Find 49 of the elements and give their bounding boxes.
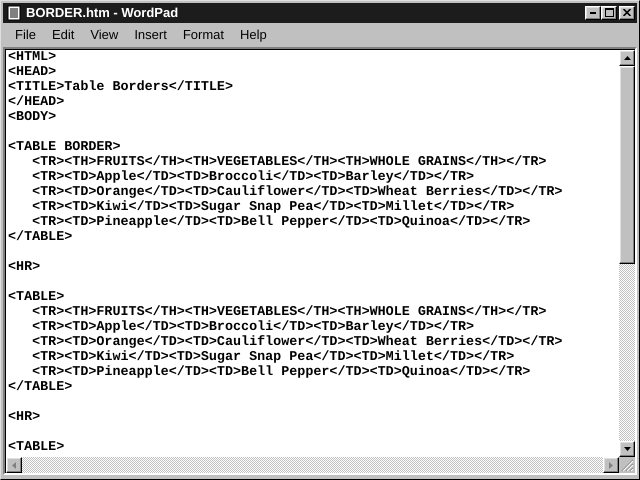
menu-item[interactable]: Help: [232, 27, 275, 42]
arrow-icon: [12, 462, 16, 468]
document-icon[interactable]: [6, 4, 22, 21]
arrow-icon: [624, 447, 630, 451]
menu-item[interactable]: File: [7, 27, 44, 42]
window-title: BORDER.htm - WordPad: [26, 5, 180, 20]
code-line: <TR><TD>Kiwi</TD><TD>Sugar Snap Pea</TD><TD>Millet</TD></TR>: [31, 350, 516, 365]
close-button[interactable]: [619, 6, 635, 20]
minimize-button[interactable]: [585, 6, 601, 20]
code-line: <TR><TD>Kiwi</TD><TD>Sugar Snap Pea</TD><TD>Millet</TD></TR>: [31, 200, 516, 215]
code-line: <TR><TH>FRUITS</TH><TH>VEGETABLES</TH><TH>WHOLE GRAINS</TH></TR>: [31, 304, 548, 320]
code-line: <TITLE>Table Borders</TITLE>: [8, 80, 234, 95]
close-icon: [623, 9, 631, 16]
vertical-scrollbar[interactable]: [619, 50, 635, 457]
document-area[interactable]: [6, 50, 619, 457]
code-line: <TR><TD>Orange</TD><TD>Cauliflower</TD><TD>Wheat Berries</TD></TR>: [31, 334, 564, 350]
scroll-left-button[interactable]: [6, 457, 22, 473]
code-line: </TABLE>: [8, 380, 74, 395]
menu-item[interactable]: Insert: [126, 27, 175, 42]
code-line: <TR><TD>Orange</TD><TD>Cauliflower</TD><TD>Wheat Berries</TD></TR>: [31, 184, 564, 200]
menu-item[interactable]: Edit: [44, 27, 82, 42]
code-line: <TR><TD>Pineapple</TD><TD>Bell Pepper</TD><TD>Quinoa</TD></TR>: [31, 214, 532, 230]
scroll-thumb[interactable]: [619, 66, 635, 264]
code-line: <HR>: [8, 260, 42, 275]
menu-item[interactable]: View: [82, 27, 126, 42]
code-line: <TR><TH>FRUITS</TH><TH>VEGETABLES</TH><TH>WHOLE GRAINS</TH></TR>: [31, 154, 548, 170]
code-line: <HEAD>: [8, 64, 58, 80]
code-line: <TR><TD>Apple</TD><TD>Broccoli</TD><TD>Barley</TD></TR>: [31, 170, 476, 185]
horizontal-scrollbar[interactable]: [6, 457, 619, 473]
code-line: <TABLE>: [8, 440, 66, 455]
minimize-icon: [590, 12, 596, 14]
code-line: </TABLE>: [8, 230, 74, 245]
maximize-icon: [604, 8, 614, 18]
scroll-right-button[interactable]: [603, 457, 619, 473]
code-line: <TR><TD>Pineapple</TD><TD>Bell Pepper</TD><TD>Quinoa</TD></TR>: [31, 364, 532, 380]
scroll-down-button[interactable]: [619, 441, 635, 457]
arrow-icon: [609, 462, 613, 468]
code-line: <HR>: [8, 410, 42, 425]
code-line: </HEAD>: [8, 94, 66, 110]
maximize-button[interactable]: [601, 6, 617, 20]
arrow-icon: [624, 56, 630, 60]
size-grip-icon[interactable]: [620, 458, 634, 472]
code-line: <TABLE BORDER>: [8, 140, 122, 155]
code-line: <HTML>: [8, 50, 58, 65]
code-line: <TABLE>: [8, 290, 66, 305]
menu-item[interactable]: Format: [174, 27, 232, 42]
code-line: <BODY>: [8, 110, 58, 125]
scroll-up-button[interactable]: [619, 50, 635, 66]
code-line: <TR><TD>Apple</TD><TD>Broccoli</TD><TD>Barley</TD></TR>: [31, 320, 476, 335]
